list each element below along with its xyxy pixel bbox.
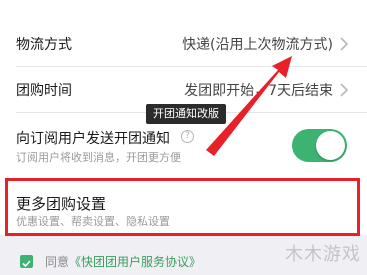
watermark-text: 木木游戏 [285,244,361,265]
logistics-label: 物流方式 [16,37,72,53]
top-edge [0,0,367,6]
logistics-row[interactable]: 物流方式 快递(沿用上次物流方式) [0,22,367,64]
highlight-box [5,178,360,236]
notify-toggle[interactable] [292,129,347,162]
help-icon[interactable]: ? [181,130,194,143]
agreement-prefix: 同意 [45,255,70,269]
logistics-value: 快递(沿用上次物流方式) [182,37,333,53]
group-buy-settings-screen: 物流方式 快递(沿用上次物流方式) 团购时间 发团即开始，7天后结束 向订阅用户… [0,0,367,275]
notify-subtext: 订阅用户将收到消息，开团更方便 [16,151,181,164]
feature-tooltip: 开团通知改版 [146,104,226,124]
chevron-right-icon [340,37,349,51]
group-time-value: 发团即开始，7天后结束 [184,83,333,99]
notify-label: 向订阅用户发送开团通知 [16,131,170,147]
chevron-right-icon [340,83,349,97]
agreement-link[interactable]: 《快团团用户服务协议》 [69,255,201,269]
check-icon [22,260,31,268]
agreement-checkbox[interactable] [20,255,33,268]
toggle-knob [316,131,345,160]
agreement-text: 同意《快团团用户服务协议》 [45,253,201,270]
group-time-label: 团购时间 [16,83,72,99]
